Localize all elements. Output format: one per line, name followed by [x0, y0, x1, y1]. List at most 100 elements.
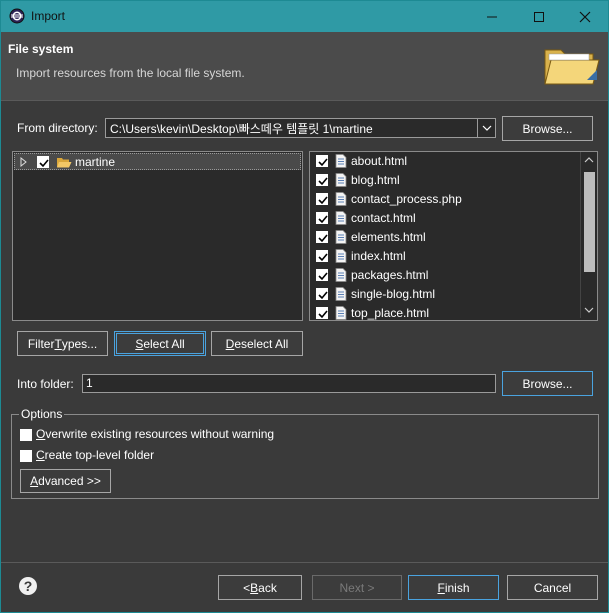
file-name: blog.html: [351, 173, 400, 187]
title-bar[interactable]: Import: [1, 1, 608, 32]
file-checkbox[interactable]: [316, 307, 328, 319]
from-directory-value: C:\Users\kevin\Desktop\빠스떼우 템플릿 1\martin…: [110, 122, 373, 136]
wizard-banner: File system Import resources from the lo…: [1, 32, 608, 100]
create-top-level-checkbox[interactable]: [20, 450, 32, 462]
into-folder-browse-button[interactable]: Browse...: [502, 371, 593, 396]
tree-item-checkbox[interactable]: [37, 156, 49, 168]
svg-text:?: ?: [24, 578, 33, 594]
advanced-label: dvanced >>: [38, 474, 101, 488]
cancel-label: Cancel: [533, 580, 572, 595]
file-list[interactable]: about.html blog.html contact_process.phpco…: [309, 151, 598, 321]
close-button[interactable]: [562, 1, 608, 32]
file-name: contact.html: [351, 211, 416, 225]
expand-arrow-icon[interactable]: [20, 157, 28, 167]
checkmark-icon: [318, 158, 328, 167]
file-checkbox[interactable]: [316, 231, 328, 243]
file-icon: [335, 268, 347, 282]
checkmark-icon: [318, 234, 328, 243]
file-list-item[interactable]: contact.html: [310, 209, 580, 228]
select-all-button[interactable]: Select All: [114, 331, 206, 356]
file-name: packages.html: [351, 268, 429, 282]
file-checkbox[interactable]: [316, 212, 328, 224]
file-name: top_place.html: [351, 306, 430, 320]
scrollbar-thumb[interactable]: [584, 172, 595, 272]
folder-tree[interactable]: martine: [12, 151, 303, 321]
chevron-down-icon: [482, 125, 491, 131]
checkmark-icon: [318, 177, 328, 186]
overwrite-mnemonic: O: [36, 427, 46, 441]
open-folder-icon: [57, 158, 72, 168]
filter-types-label-pre: Filter: [27, 336, 55, 351]
window-title: Import: [31, 9, 66, 23]
maximize-button[interactable]: [516, 1, 562, 32]
minimize-button[interactable]: [469, 1, 515, 32]
select-all-mnemonic: S: [135, 336, 144, 351]
file-icon: [335, 173, 347, 187]
eclipse-app-icon: [9, 8, 25, 24]
file-name: contact_process.php: [351, 192, 462, 206]
file-checkbox[interactable]: [316, 250, 328, 262]
file-list-item[interactable]: elements.html: [310, 228, 580, 247]
overwrite-label: Overwrite existing resources without war…: [36, 427, 274, 441]
next-button[interactable]: Next >: [312, 575, 402, 600]
into-folder-label: Into folder:: [17, 377, 74, 391]
checkmark-icon: [318, 310, 328, 319]
file-list-item[interactable]: packages.html: [310, 266, 580, 285]
create-top-mnemonic: C: [36, 448, 45, 462]
combo-dropdown-arrow[interactable]: [477, 119, 495, 137]
back-prefix: <: [243, 580, 251, 595]
checkmark-icon: [318, 291, 328, 300]
finish-button[interactable]: Finish: [408, 575, 499, 600]
into-folder-browse-label: Browse...: [522, 376, 573, 391]
advanced-button[interactable]: Advanced >>: [20, 469, 111, 493]
banner-separator: [1, 100, 608, 101]
scroll-up-icon[interactable]: [584, 156, 594, 163]
scroll-down-icon[interactable]: [584, 307, 594, 314]
overwrite-text: verwrite existing resources without warn…: [45, 427, 275, 441]
file-name: elements.html: [351, 230, 426, 244]
file-list-item[interactable]: blog.html: [310, 171, 580, 190]
checkmark-icon: [39, 159, 49, 168]
file-checkbox[interactable]: [316, 174, 328, 186]
filter-types-button[interactable]: Filter Types...: [17, 331, 108, 356]
overwrite-checkbox[interactable]: [20, 429, 32, 441]
browse-label: Browse...: [522, 121, 573, 136]
deselect-all-label: eselect All: [234, 336, 289, 351]
help-icon[interactable]: ?: [18, 576, 38, 596]
create-top-level-label: Create top-level folder: [36, 448, 154, 462]
checkmark-icon: [318, 196, 328, 205]
file-icon: [335, 287, 347, 301]
file-checkbox[interactable]: [316, 269, 328, 281]
file-name: index.html: [351, 249, 406, 263]
into-folder-input[interactable]: 1: [82, 374, 496, 393]
file-list-item[interactable]: index.html: [310, 247, 580, 266]
file-list-item[interactable]: about.html: [310, 152, 580, 171]
back-button[interactable]: < Back: [218, 575, 302, 600]
next-label: Next >: [339, 580, 375, 595]
from-directory-label: From directory:: [17, 121, 98, 135]
file-checkbox[interactable]: [316, 155, 328, 167]
file-list-scrollbar[interactable]: [580, 152, 597, 318]
create-top-text: reate top-level folder: [44, 448, 155, 462]
back-label: ack: [258, 580, 277, 595]
from-directory-browse-button[interactable]: Browse...: [502, 116, 593, 141]
file-icon: [335, 211, 347, 225]
file-checkbox[interactable]: [316, 193, 328, 205]
file-icon: [335, 192, 347, 206]
checkmark-icon: [318, 253, 328, 262]
file-list-item[interactable]: single-blog.html: [310, 285, 580, 304]
cancel-button[interactable]: Cancel: [507, 575, 598, 600]
deselect-all-mnemonic: D: [225, 336, 235, 351]
deselect-all-button[interactable]: Deselect All: [211, 331, 303, 356]
filter-types-label-post: ypes...: [61, 336, 98, 351]
finish-label: inish: [444, 580, 470, 595]
tree-item-martine[interactable]: martine: [14, 153, 301, 170]
file-checkbox[interactable]: [316, 288, 328, 300]
file-list-item[interactable]: top_place.html: [310, 304, 580, 323]
page-title: File system: [8, 42, 74, 56]
file-list-item[interactable]: contact_process.php: [310, 190, 580, 209]
filter-types-mnemonic: T: [54, 336, 62, 351]
file-name: single-blog.html: [351, 287, 436, 301]
from-directory-combo[interactable]: C:\Users\kevin\Desktop\빠스떼우 템플릿 1\martin…: [105, 118, 496, 138]
minimize-icon: [487, 16, 497, 17]
